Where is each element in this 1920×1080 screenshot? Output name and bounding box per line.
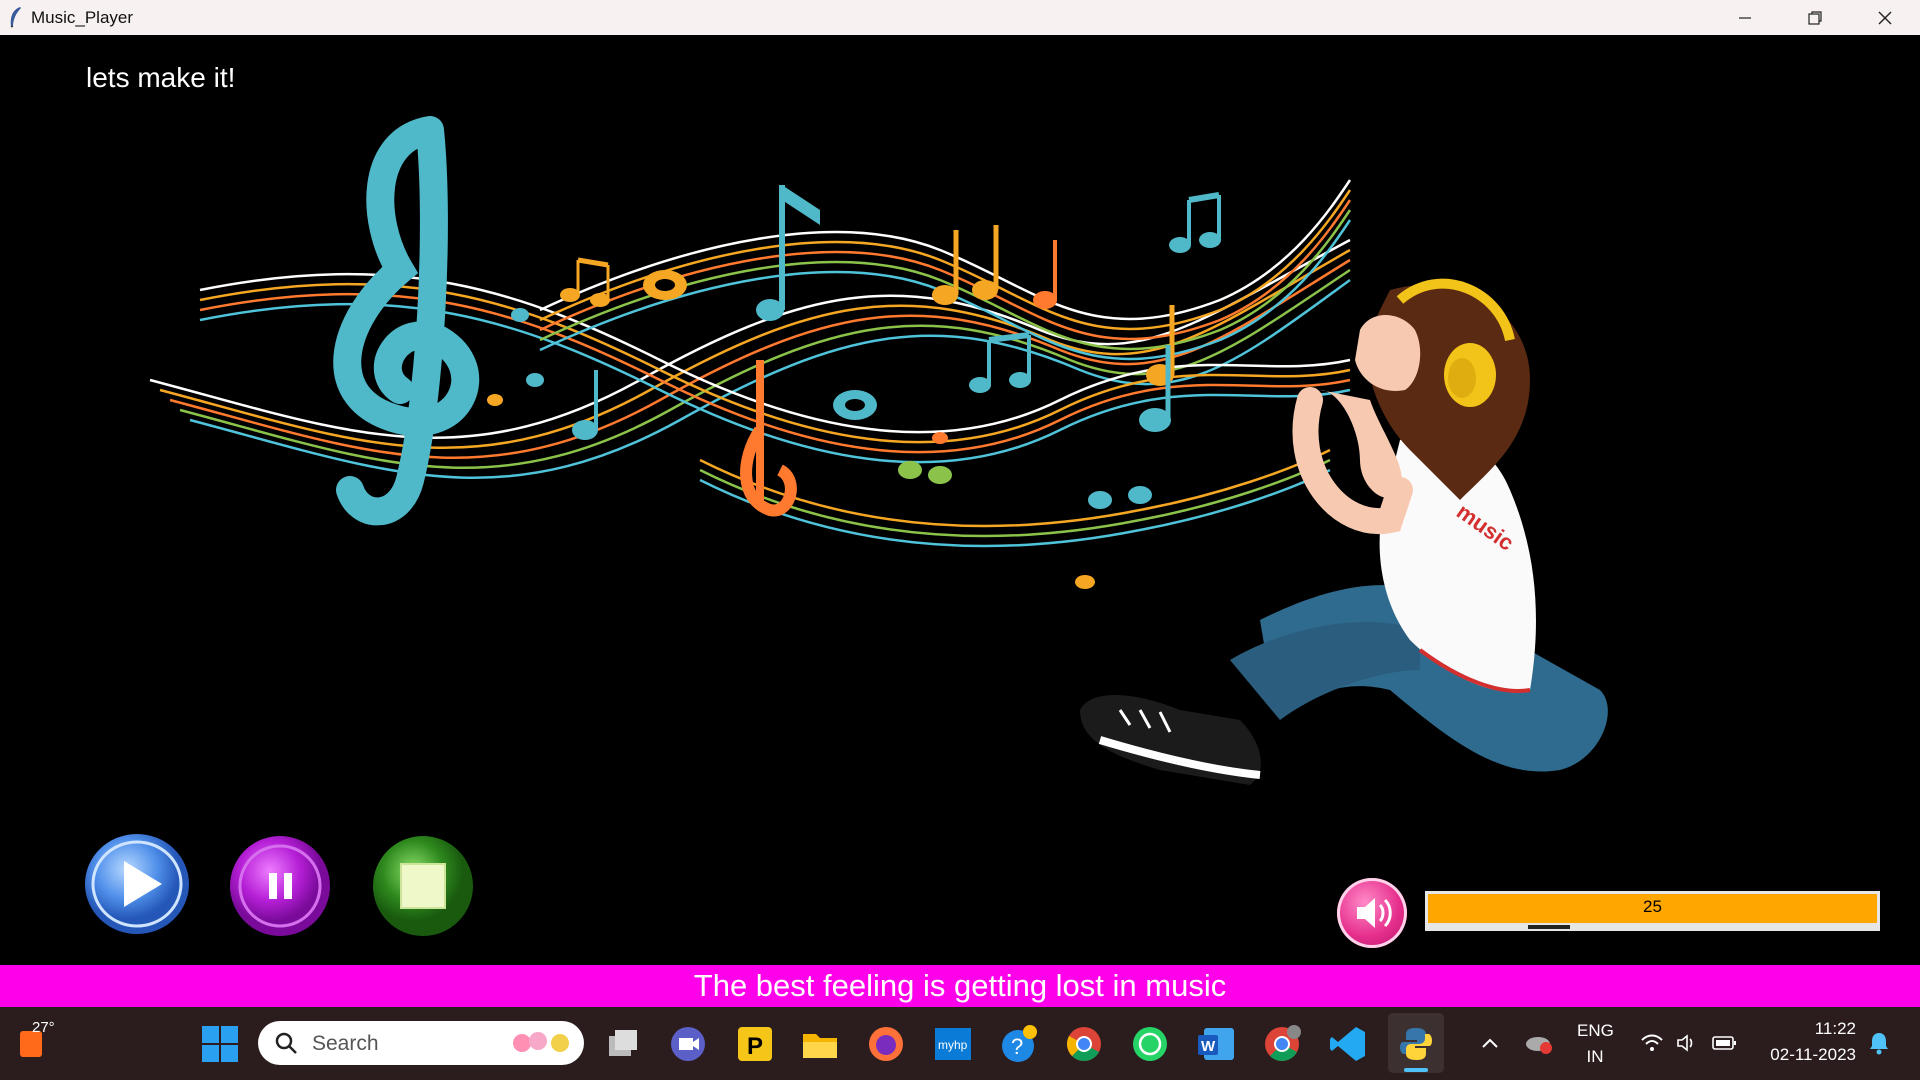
taskbar-search[interactable]: Search	[258, 1021, 584, 1065]
taskbar-app-plex[interactable]: P	[735, 1024, 775, 1064]
minimize-icon	[1739, 16, 1751, 19]
task-view-icon	[609, 1030, 637, 1056]
stop-icon	[400, 863, 446, 909]
vscode-icon	[1330, 1027, 1365, 1061]
volume-icon[interactable]	[1675, 1033, 1699, 1053]
title-bar: Music_Player	[0, 0, 1920, 35]
close-icon	[1878, 11, 1892, 24]
feather-icon	[10, 7, 21, 28]
minimize-button[interactable]	[1710, 0, 1780, 35]
chrome-profile-icon	[1265, 1025, 1301, 1061]
onedrive-error-icon[interactable]	[1524, 1031, 1554, 1055]
taskbar-app-firefox[interactable]	[866, 1024, 906, 1064]
taskbar: 27° Search P myhp ? W ENG IN 11:22 02-11…	[0, 1007, 1920, 1080]
whatsapp-icon	[1133, 1027, 1167, 1061]
play-button[interactable]	[84, 833, 190, 935]
chrome-icon	[1067, 1027, 1101, 1061]
wifi-icon[interactable]	[1640, 1033, 1664, 1053]
weather-widget[interactable]: 27°	[16, 1019, 56, 1061]
taskbar-app-vscode[interactable]	[1328, 1024, 1368, 1064]
weather-temperature: 27°	[32, 1019, 55, 1036]
battery-icon[interactable]	[1712, 1035, 1738, 1051]
taskbar-app-python-active[interactable]	[1388, 1013, 1444, 1073]
language-indicator-line2[interactable]: IN	[1577, 1047, 1613, 1067]
search-icon	[275, 1032, 297, 1054]
language-indicator-line1[interactable]: ENG	[1577, 1021, 1614, 1041]
plex-icon: P	[738, 1027, 772, 1061]
taskbar-app-teams[interactable]	[668, 1024, 708, 1064]
teams-meet-icon	[671, 1027, 705, 1061]
volume-slider[interactable]: 25	[1425, 891, 1880, 931]
taskbar-app-word[interactable]: W	[1196, 1024, 1236, 1064]
svg-text:P: P	[747, 1033, 763, 1060]
tagline-label: lets make it!	[86, 62, 236, 93]
clock-date[interactable]: 02-11-2023	[1750, 1045, 1856, 1065]
taskbar-app-chrome[interactable]	[1064, 1024, 1104, 1064]
firefox-icon	[869, 1027, 903, 1061]
taskbar-app-file-explorer[interactable]	[800, 1024, 840, 1064]
volume-value: 25	[1643, 897, 1662, 916]
clock-time[interactable]: 11:22	[1760, 1019, 1856, 1039]
python-icon	[1400, 1028, 1432, 1060]
search-placeholder: Search	[312, 1032, 379, 1055]
window-title: Music_Player	[31, 8, 134, 27]
taskbar-app-task-view[interactable]	[603, 1024, 643, 1064]
taskbar-app-myhp[interactable]: myhp	[933, 1024, 973, 1064]
get-help-icon: ?	[1002, 1025, 1037, 1062]
close-button[interactable]	[1850, 0, 1920, 35]
restore-icon	[1808, 10, 1822, 25]
taskbar-app-get-help[interactable]: ?	[998, 1024, 1038, 1064]
restore-button[interactable]	[1780, 0, 1850, 35]
taskbar-app-whatsapp[interactable]	[1130, 1024, 1170, 1064]
svg-text:myhp: myhp	[938, 1038, 968, 1052]
active-app-indicator	[1404, 1068, 1428, 1072]
svg-text:?: ?	[1011, 1034, 1023, 1059]
pause-button[interactable]	[229, 835, 331, 937]
folder-icon	[803, 1034, 837, 1058]
volume-mute-button[interactable]	[1337, 878, 1407, 948]
notification-bell-icon[interactable]	[1868, 1031, 1890, 1055]
quote-banner: The best feeling is getting lost in musi…	[0, 965, 1920, 1007]
speaker-icon	[1357, 898, 1392, 928]
svg-text:W: W	[1201, 1038, 1216, 1055]
stop-button[interactable]	[372, 835, 474, 937]
volume-slider-fill: 25	[1428, 894, 1877, 923]
volume-slider-thumb[interactable]	[1528, 925, 1570, 929]
chevron-up-icon[interactable]	[1480, 1035, 1500, 1051]
girl-listening-illustration: music	[1080, 278, 1608, 785]
windows-start-icon	[202, 1026, 238, 1062]
search-highlight-icon	[513, 1032, 569, 1052]
taskbar-app-chrome-profile[interactable]	[1262, 1024, 1302, 1064]
start-button[interactable]	[200, 1024, 240, 1064]
myhp-icon: myhp	[935, 1028, 971, 1060]
word-icon: W	[1198, 1028, 1234, 1060]
